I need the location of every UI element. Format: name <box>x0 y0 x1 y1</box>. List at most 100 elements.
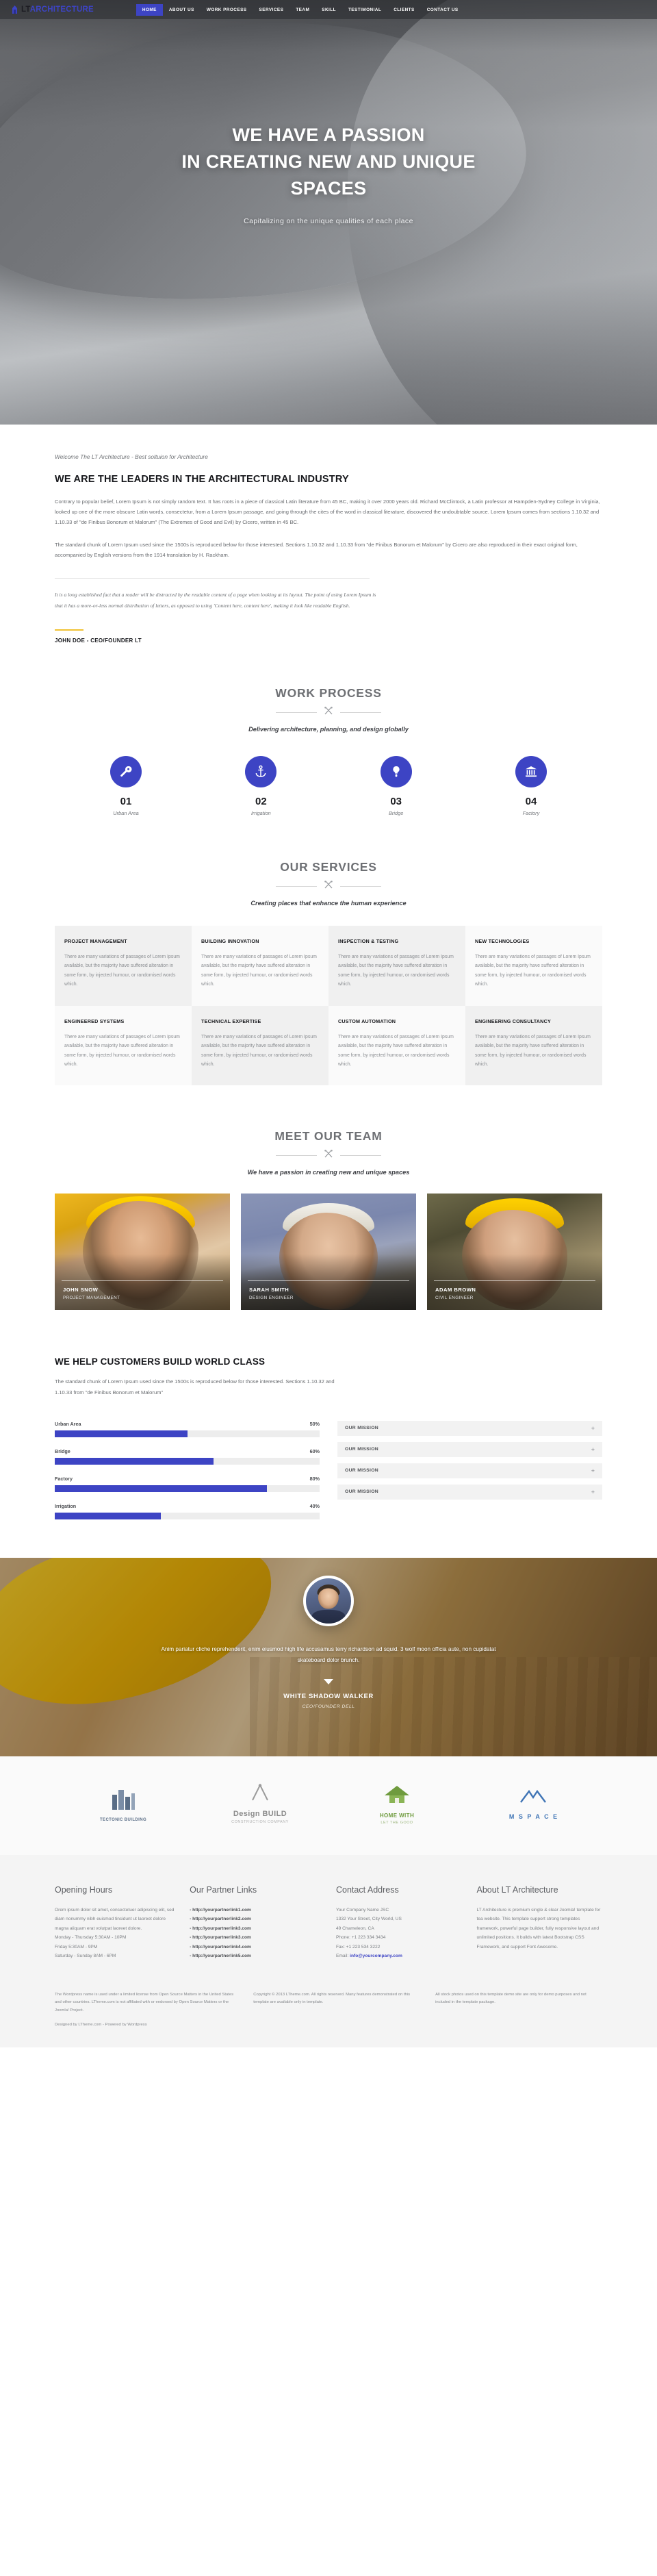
contact-city: 49 Chameleon, CA <box>336 1925 374 1931</box>
team-subtitle: We have a passion in creating new and un… <box>247 1169 410 1176</box>
accordion-item-1[interactable]: OUR MISSION + <box>337 1420 602 1436</box>
partner-link-4[interactable]: - http://yourpartnerlink3.com <box>190 1933 321 1943</box>
nav-item-home[interactable]: HOME <box>136 3 163 16</box>
service-body-3: There are many variations of passages of… <box>338 954 454 987</box>
client-logo-4[interactable]: M S P A C E <box>472 1789 595 1820</box>
partner-link-3[interactable]: - http://yourpartnerlink3.com <box>190 1924 321 1934</box>
quote-author: JOHN DOE - CEO/FOUNDER LT <box>55 637 142 644</box>
services-subtitle: Creating places that enhance the human e… <box>250 899 407 907</box>
testimonial-content: Anim pariatur cliche reprehenderit, enim… <box>0 1558 657 1709</box>
team-member-card-3[interactable]: ADAM BROWN CIVIL ENGINEER <box>427 1194 602 1311</box>
plus-icon: + <box>591 1424 595 1432</box>
legal-col-3: All stock photos used on this template d… <box>435 1991 602 2030</box>
avatar-face <box>318 1588 339 1609</box>
service-title-3: INSPECTION & TESTING <box>338 937 399 944</box>
skill-label-1: Urban Area <box>55 1420 81 1427</box>
nav-item-work-process[interactable]: WORK PROCESS <box>201 4 253 16</box>
about-section: Welcome The LT Architecture - Best soltu… <box>0 425 657 661</box>
nav-item-clients[interactable]: CLIENTS <box>387 4 421 16</box>
hero-section: LTARCHITECTURE HOME ABOUT US WORK PROCES… <box>0 0 657 425</box>
service-card-2[interactable]: BUILDING INNOVATION There are many varia… <box>192 925 328 1006</box>
skill-fill-2 <box>55 1457 214 1465</box>
work-process-label-2: Irrigation <box>250 809 271 816</box>
brand-architecture: ARCHITECTURE <box>29 5 94 14</box>
services-header: OUR SERVICES Creating places that enhanc… <box>55 860 602 907</box>
skill-track-2 <box>55 1457 320 1465</box>
partner-link-2[interactable]: - http://yourpartnerlink2.com <box>190 1915 321 1924</box>
site-footer: Opening Hours Orem ipsum dolor sit amet,… <box>0 1854 657 1982</box>
logo-building-icon <box>11 5 18 14</box>
about-paragraph-1: Contrary to popular belief, Lorem Ipsum … <box>55 498 600 526</box>
skill-value-4: 40% <box>309 1502 320 1509</box>
partner-link-5[interactable]: - http://yourpartnerlink4.com <box>190 1943 321 1952</box>
work-process-grid: 01 Urban Area 02 Irrigation 03 Bridge 04… <box>55 755 602 816</box>
skills-section: WE HELP CUSTOMERS BUILD WORLD CLASS The … <box>0 1333 657 1557</box>
accordion-item-4[interactable]: OUR MISSION + <box>337 1484 602 1500</box>
skill-value-3: 80% <box>309 1475 320 1482</box>
partner-link-6[interactable]: - http://yourpartnerlink5.com <box>190 1952 321 1961</box>
service-card-8[interactable]: ENGINEERING CONSULTANCY There are many v… <box>465 1005 602 1086</box>
accordion-label-1: OUR MISSION <box>345 1426 378 1431</box>
service-title-8: ENGINEERING CONSULTANCY <box>475 1018 551 1024</box>
nav-item-testimonial[interactable]: TESTIMONIAL <box>342 4 387 16</box>
plus-icon: + <box>591 1488 595 1495</box>
footer-title-partner-links: Our Partner Links <box>190 1884 257 1895</box>
page-root: LTARCHITECTURE HOME ABOUT US WORK PROCES… <box>0 0 657 2047</box>
compass-icon <box>246 1784 274 1804</box>
service-card-5[interactable]: ENGINEERED SYSTEMS There are many variat… <box>55 1005 192 1086</box>
legal-columns: The Wordpress name is used under a limit… <box>55 1991 602 2030</box>
team-member-role-3: CIVIL ENGINEER <box>435 1296 474 1301</box>
bank-icon <box>515 755 547 787</box>
hero-headline-line1: WE HAVE A PASSION <box>232 125 425 145</box>
service-title-7: CUSTOM AUTOMATION <box>338 1018 396 1024</box>
skill-bar-chart: Urban Area 50% Bridge 60% Factory 80% Ir… <box>55 1421 320 1530</box>
hero-headline-line2: IN CREATING NEW AND UNIQUE <box>181 151 476 173</box>
accordion-item-2[interactable]: OUR MISSION + <box>337 1441 602 1457</box>
client-name-1: TECTONIC BUILDING <box>99 1817 147 1822</box>
work-process-number-1: 01 <box>120 795 132 807</box>
footer-hours-line-3: Saturday - Sunday 8AM - 6PM <box>55 1954 116 1959</box>
service-body-7: There are many variations of passages of… <box>338 1034 454 1067</box>
nav-item-contact-us[interactable]: CONTACT US <box>421 4 465 16</box>
anchor-icon <box>245 755 277 787</box>
footer-about-text: LT Architecture is premium single & clea… <box>476 1907 601 1949</box>
house-icon <box>382 1785 412 1807</box>
nav-item-skill[interactable]: SKILL <box>315 4 342 16</box>
plus-icon: + <box>591 1467 595 1474</box>
service-body-6: There are many variations of passages of… <box>201 1034 317 1067</box>
service-card-4[interactable]: NEW TECHNOLOGIES There are many variatio… <box>465 925 602 1006</box>
footer-title-opening-hours: Opening Hours <box>55 1884 113 1895</box>
team-member-role-1: PROJECT MANAGEMENT <box>63 1296 120 1301</box>
contact-email-link[interactable]: info@yourcompany.com <box>350 1954 402 1958</box>
ornament-line-left <box>276 1155 317 1157</box>
service-card-3[interactable]: INSPECTION & TESTING There are many vari… <box>328 925 465 1006</box>
hero-headline-line3: SPACES <box>290 178 367 199</box>
clients-section: TECTONIC BUILDING Design BUILD CONSTRUCT… <box>0 1756 657 1855</box>
nav-item-team[interactable]: TEAM <box>289 4 315 16</box>
accordion-item-3[interactable]: OUR MISSION + <box>337 1463 602 1478</box>
partner-link-1[interactable]: - http://yourpartnerlink1.com <box>190 1906 321 1915</box>
work-process-item-1[interactable]: 01 Urban Area <box>71 755 181 816</box>
work-process-number-3: 03 <box>390 795 402 807</box>
service-card-6[interactable]: TECHNICAL EXPERTISE There are many varia… <box>192 1005 328 1086</box>
work-process-number-2: 02 <box>255 795 267 807</box>
work-process-item-3[interactable]: 03 Bridge <box>342 755 451 816</box>
client-logo-3[interactable]: HOME WITH LET THE GOOD <box>335 1784 459 1825</box>
service-title-5: ENGINEERED SYSTEMS <box>64 1018 125 1024</box>
nav-item-services[interactable]: SERVICES <box>253 4 290 16</box>
team-member-card-1[interactable]: JOHN SNOW PROJECT MANAGEMENT <box>55 1194 230 1311</box>
skills-heading: WE HELP CUSTOMERS BUILD WORLD CLASS <box>55 1356 266 1367</box>
team-member-card-2[interactable]: SARAH SMITH DESIGN ENGINEER <box>241 1194 416 1311</box>
client-logo-1[interactable]: TECTONIC BUILDING <box>62 1786 185 1822</box>
site-logo[interactable]: LTARCHITECTURE <box>11 5 94 14</box>
work-process-item-2[interactable]: 02 Irrigation <box>206 755 315 816</box>
client-logo-2[interactable]: Design BUILD CONSTRUCTION COMPANY <box>198 1784 322 1824</box>
service-card-7[interactable]: CUSTOM AUTOMATION There are many variati… <box>328 1005 465 1086</box>
skill-label-2: Bridge <box>55 1448 70 1454</box>
work-process-header: WORK PROCESS Delivering architecture, pl… <box>55 686 602 733</box>
service-card-1[interactable]: PROJECT MANAGEMENT There are many variat… <box>55 925 192 1006</box>
accordion-label-2: OUR MISSION <box>345 1447 378 1452</box>
nav-item-about-us[interactable]: ABOUT US <box>163 4 201 16</box>
service-body-1: There are many variations of passages of… <box>64 954 180 987</box>
work-process-item-4[interactable]: 04 Factory <box>476 755 586 816</box>
